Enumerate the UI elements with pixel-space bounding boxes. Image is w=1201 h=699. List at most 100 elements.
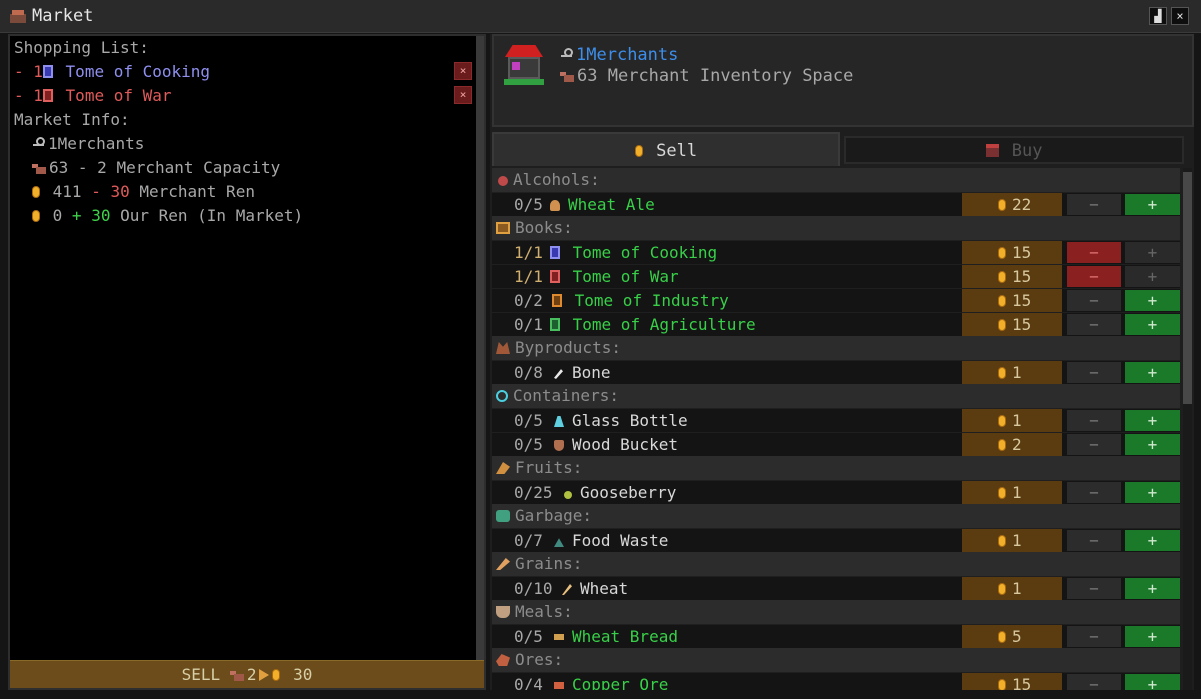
item-count: 0/5: [514, 627, 543, 646]
decrease-button[interactable]: −: [1067, 578, 1121, 599]
list-item: 0/10 Wheat 1 − +: [492, 576, 1180, 600]
copper-ore-icon: [554, 682, 564, 689]
merchant-count: 1Merchants: [560, 45, 678, 65]
title-bar[interactable]: Market ▟ ×: [0, 0, 1201, 33]
list-item: 0/1 Tome of Agriculture 15 − +: [492, 312, 1180, 336]
decrease-button[interactable]: −: [1067, 266, 1121, 287]
shopping-panel: Shopping List: - 1 Tome of Cooking × - 1…: [8, 34, 486, 690]
increase-button[interactable]: +: [1125, 434, 1180, 455]
window-title: Market: [32, 6, 94, 26]
item-name: Wood Bucket: [572, 435, 678, 454]
item-count: 1/1: [514, 243, 543, 262]
increase-button[interactable]: +: [1125, 290, 1180, 311]
remove-item-button[interactable]: ×: [454, 86, 472, 104]
book-icon: [42, 65, 53, 78]
decrease-button[interactable]: −: [1067, 674, 1121, 690]
tab-buy[interactable]: Buy: [844, 136, 1184, 164]
item-name: Wheat: [580, 579, 629, 598]
list-item: 1/1 Tome of War 15 − +: [492, 264, 1180, 288]
book-icon: [550, 270, 560, 283]
decrease-button[interactable]: −: [1067, 626, 1121, 647]
list-item: 0/25 Gooseberry 1 − +: [492, 480, 1180, 504]
item-price: 15: [962, 673, 1062, 690]
increase-button[interactable]: +: [1125, 626, 1180, 647]
food-waste-icon: [554, 538, 564, 547]
merchants-info: 1Merchants: [32, 132, 144, 156]
item-name: Glass Bottle: [572, 411, 688, 430]
remove-item-button[interactable]: ×: [454, 62, 472, 80]
merchant-shop-icon: [501, 43, 547, 89]
increase-button[interactable]: +: [1125, 266, 1180, 287]
restore-window-button[interactable]: ▟: [1149, 7, 1167, 25]
alcohol-icon: [498, 176, 508, 186]
decrease-button[interactable]: −: [1067, 290, 1121, 311]
coin-icon: [998, 199, 1006, 211]
decrease-button[interactable]: −: [1067, 314, 1121, 335]
decrease-button[interactable]: −: [1067, 194, 1121, 215]
increase-button[interactable]: +: [1125, 314, 1180, 335]
grains-icon: [496, 558, 510, 570]
increase-button[interactable]: +: [1125, 410, 1180, 431]
meals-icon: [496, 606, 510, 618]
close-window-button[interactable]: ×: [1171, 7, 1189, 25]
increase-button[interactable]: +: [1125, 530, 1180, 551]
list-item: 0/5 Wood Bucket 2 − +: [492, 432, 1180, 456]
decrease-button[interactable]: −: [1067, 362, 1121, 383]
wheat-ale-icon: [550, 200, 560, 211]
coin-icon: [998, 487, 1006, 499]
item-name: Bone: [572, 363, 611, 382]
shopping-list-heading: Shopping List:: [14, 38, 149, 57]
category-header: Ores:: [492, 648, 1180, 672]
arrow-right-icon: [259, 669, 270, 681]
ores-icon: [496, 654, 510, 666]
item-name: Tome of Cooking: [572, 243, 718, 262]
sell-button[interactable]: SELL 2 30: [10, 660, 484, 688]
market-info-heading: Market Info:: [14, 110, 130, 129]
item-price: 1: [962, 577, 1062, 600]
trade-tabs: Sell Buy: [492, 130, 1194, 166]
left-scrollbar[interactable]: [476, 36, 484, 662]
market-stall-icon: [10, 9, 26, 23]
item-price: 1: [962, 481, 1062, 504]
item-count: 0/5: [514, 435, 543, 454]
item-count: 0/5: [514, 195, 543, 214]
decrease-button[interactable]: −: [1067, 410, 1121, 431]
item-price: 15: [962, 241, 1062, 264]
item-name: Tome of War: [65, 86, 172, 105]
list-scrollbar[interactable]: [1183, 168, 1192, 690]
item-quantity: - 1: [14, 62, 43, 81]
increase-button[interactable]: +: [1125, 674, 1180, 690]
increase-button[interactable]: +: [1125, 578, 1180, 599]
category-header: Fruits:: [492, 456, 1180, 480]
byproducts-icon: [496, 342, 510, 354]
garbage-icon: [496, 510, 510, 522]
increase-button[interactable]: +: [1125, 194, 1180, 215]
coin-icon: [998, 415, 1006, 427]
increase-button[interactable]: +: [1125, 242, 1180, 263]
list-item: 1/1 Tome of Cooking 15 − +: [492, 240, 1180, 264]
market-panel: 1Merchants 63 Merchant Inventory Space S…: [490, 34, 1194, 690]
decrease-button[interactable]: −: [1067, 434, 1121, 455]
item-price: 15: [962, 313, 1062, 336]
decrease-button[interactable]: −: [1067, 482, 1121, 503]
wheat-icon: [562, 584, 572, 595]
decrease-button[interactable]: −: [1067, 530, 1121, 551]
decrease-button[interactable]: −: [1067, 242, 1121, 263]
tab-sell[interactable]: Sell: [492, 132, 840, 166]
increase-button[interactable]: +: [1125, 362, 1180, 383]
book-icon: [550, 318, 560, 331]
item-count: 0/2: [514, 291, 543, 310]
item-count: 0/7: [514, 531, 543, 550]
shopping-list-item: - 1 Tome of War: [14, 84, 172, 108]
scrollbar-thumb[interactable]: [1183, 172, 1192, 404]
item-price: 15: [962, 265, 1062, 288]
item-price: 22: [962, 193, 1062, 216]
item-price: 1: [962, 361, 1062, 384]
our-ren-info: 0 + 30 Our Ren (In Market): [32, 204, 303, 228]
coin-icon: [32, 210, 40, 222]
category-header: Alcohols:: [492, 168, 1180, 192]
increase-button[interactable]: +: [1125, 482, 1180, 503]
item-name: Wheat Bread: [572, 627, 678, 646]
item-price: 1: [962, 529, 1062, 552]
bone-icon: [554, 369, 563, 379]
